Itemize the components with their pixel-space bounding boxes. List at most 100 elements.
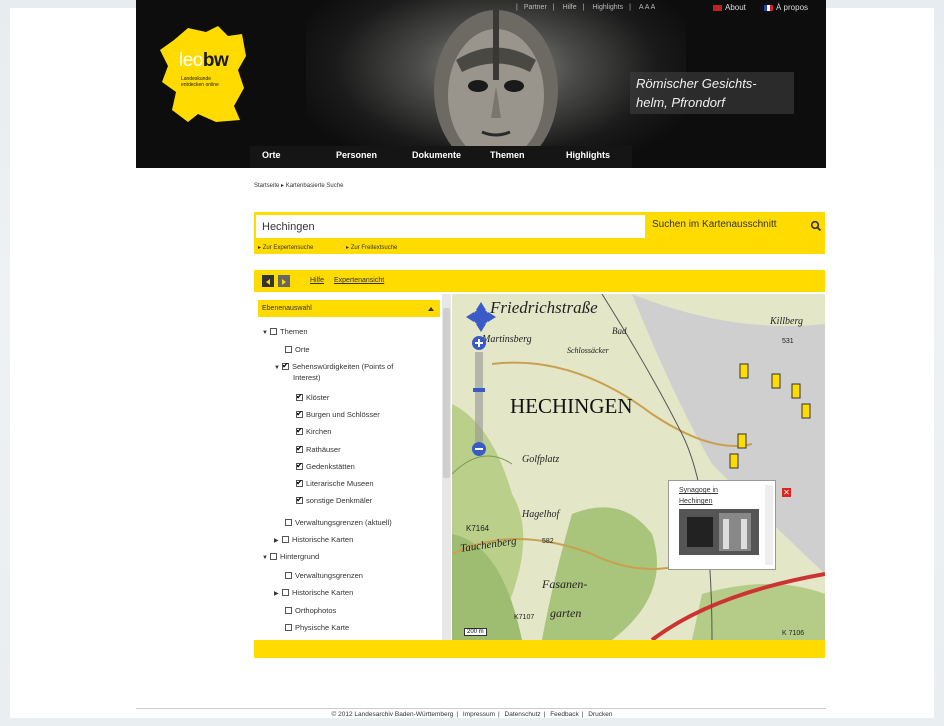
font-size-toggle[interactable]: A A A — [639, 4, 655, 11]
checkbox[interactable] — [282, 589, 289, 596]
map-label-killberg: Killberg — [770, 316, 803, 327]
nav-orte[interactable]: Orte — [250, 146, 328, 168]
popup-title-link[interactable]: Synagoge in Hechingen — [679, 485, 739, 507]
layer-panel-scrollbar[interactable] — [442, 294, 451, 640]
checkbox[interactable] — [282, 536, 289, 543]
nav-themen[interactable]: Themen — [478, 146, 554, 168]
next-button[interactable] — [278, 275, 290, 287]
map-label-531: 531 — [782, 338, 794, 345]
layer-physische-karte[interactable]: Physische Karte — [285, 623, 349, 633]
layer-poi[interactable]: ▼Sehenswürdigkeiten (Points ofInterest) — [274, 361, 393, 383]
checkbox[interactable] — [296, 392, 303, 402]
search-button[interactable]: Suchen im Kartenausschnitt — [652, 219, 777, 230]
breadcrumb: Startseite ▸ Kartenbasierte Suche — [254, 182, 343, 189]
expand-icon[interactable]: ▶ — [274, 536, 282, 546]
footer-feedback[interactable]: Feedback — [550, 711, 579, 718]
topnav-highlights[interactable]: Highlights — [592, 4, 623, 11]
nav-dokumente[interactable]: Dokumente — [400, 146, 478, 168]
arrow-right-icon — [282, 279, 286, 285]
expand-icon[interactable]: ▼ — [262, 328, 270, 338]
map-label-hagelhof: Hagelhof — [522, 509, 560, 520]
popup-thumbnail[interactable] — [679, 509, 759, 555]
checkbox[interactable] — [285, 624, 292, 631]
layer-burgen[interactable]: Burgen und Schlösser — [296, 409, 380, 420]
expert-view-link[interactable]: Expertenansicht — [334, 277, 384, 284]
top-navigation: | Partner | Hilfe | Highlights | A A A — [516, 4, 656, 11]
zoom-in-icon[interactable] — [472, 336, 486, 350]
layer-verwaltungsgrenzen-aktuell[interactable]: Verwaltungsgrenzen (aktuell) — [285, 518, 392, 528]
scrollbar-thumb[interactable] — [443, 308, 450, 478]
search-bar: Suchen im Kartenausschnitt — [254, 212, 825, 240]
zoom-out-icon[interactable] — [472, 442, 486, 456]
layer-verwaltungsgrenzen[interactable]: Verwaltungsgrenzen — [285, 571, 363, 581]
layer-hintergrund[interactable]: ▼ Hintergrund — [262, 552, 319, 563]
arrow-left-icon — [266, 279, 270, 285]
breadcrumb-separator-icon: ▸ — [281, 183, 285, 189]
expand-icon[interactable]: ▼ — [274, 363, 282, 373]
search-input[interactable] — [256, 215, 645, 238]
checkbox[interactable] — [285, 519, 292, 526]
expert-search-link[interactable]: ▸ Zur Expertensuche — [258, 244, 313, 251]
checkbox[interactable] — [285, 607, 292, 614]
zoom-slider-handle[interactable] — [473, 388, 485, 392]
footer: © 2012 Landesarchiv Baden-Württemberg | I… — [331, 711, 613, 718]
map-label-garten: garten — [550, 606, 582, 620]
search-icon[interactable] — [810, 220, 822, 232]
header-banner: leobw Landeskunde entdecken online | Part… — [136, 0, 826, 168]
close-icon[interactable]: ✕ — [782, 488, 791, 497]
checkbox[interactable] — [296, 478, 303, 488]
fulltext-search-link[interactable]: ▸ Zur Freitextsuche — [346, 244, 397, 251]
lang-english[interactable]: About — [713, 3, 746, 12]
header-caption: Römischer Gesichts- helm, Pfrondorf — [630, 72, 794, 114]
footer-datenschutz[interactable]: Datenschutz — [505, 711, 541, 718]
topnav-hilfe[interactable]: Hilfe — [563, 4, 577, 11]
checkbox[interactable] — [296, 444, 303, 454]
zoom-slider[interactable] — [473, 352, 485, 442]
checkbox[interactable] — [296, 495, 303, 505]
layer-literarische-museen[interactable]: Literarische Museen — [296, 478, 374, 489]
checkbox[interactable] — [282, 361, 289, 371]
map-label-hechingen: HECHINGEN — [510, 394, 633, 418]
layer-kloster[interactable]: Klöster — [296, 392, 329, 403]
checkbox[interactable] — [270, 553, 277, 560]
search-links: ▸ Zur Expertensuche ▸ Zur Freitextsuche — [254, 240, 825, 254]
map-label-k7107: K7107 — [514, 614, 535, 621]
layer-panel-header[interactable]: Ebenenauswahl — [258, 300, 440, 317]
breadcrumb-home[interactable]: Startseite — [254, 183, 279, 189]
map-label-582: 582 — [542, 538, 554, 545]
layer-historische-karten[interactable]: ▶ Historische Karten — [274, 535, 353, 546]
checkbox[interactable] — [296, 426, 303, 436]
layer-rathauser[interactable]: Rathäuser — [296, 444, 341, 455]
footer-impressum[interactable]: Impressum — [463, 711, 495, 718]
layer-orte[interactable]: Orte — [285, 345, 310, 355]
nav-personen[interactable]: Personen — [324, 146, 400, 168]
map-label-martinsberg: Martinsberg — [482, 334, 532, 345]
nav-highlights[interactable]: Highlights — [554, 146, 632, 168]
layer-orthophotos[interactable]: Orthophotos — [285, 606, 336, 616]
checkbox[interactable] — [296, 461, 303, 471]
layer-gedenkstatten[interactable]: Gedenkstätten — [296, 461, 355, 472]
map-view[interactable]: Friedrichstraße Killberg HECHINGEN Marti… — [452, 294, 825, 640]
map-label-schlossacker: Schlossäcker — [567, 346, 609, 355]
lang-french[interactable]: À propos — [764, 3, 808, 12]
checkbox[interactable] — [285, 346, 292, 353]
prev-button[interactable] — [262, 275, 274, 287]
expand-icon[interactable]: ▼ — [262, 553, 270, 563]
topnav-partner[interactable]: Partner — [524, 4, 547, 11]
layer-kirchen[interactable]: Kirchen — [296, 426, 331, 437]
popup-scrollbar[interactable] — [765, 485, 773, 565]
footer-copyright: © 2012 Landesarchiv Baden-Württemberg — [331, 711, 454, 718]
layer-themen[interactable]: ▼ Themen — [262, 327, 308, 338]
layer-historische-karten-bg[interactable]: ▶ Historische Karten — [274, 588, 353, 599]
checkbox[interactable] — [270, 328, 277, 335]
layer-denkmaler[interactable]: sonstige Denkmäler — [296, 495, 372, 506]
footer-drucken[interactable]: Drucken — [588, 711, 612, 718]
expand-icon[interactable]: ▶ — [274, 589, 282, 599]
map-footer-bar — [254, 640, 825, 658]
checkbox[interactable] — [296, 409, 303, 419]
uk-flag-icon — [713, 4, 722, 11]
map-toolbar: Hilfe Expertenansicht — [254, 270, 825, 292]
help-link[interactable]: Hilfe — [310, 277, 324, 284]
checkbox[interactable] — [285, 572, 292, 579]
pan-control-icon[interactable] — [466, 302, 496, 332]
